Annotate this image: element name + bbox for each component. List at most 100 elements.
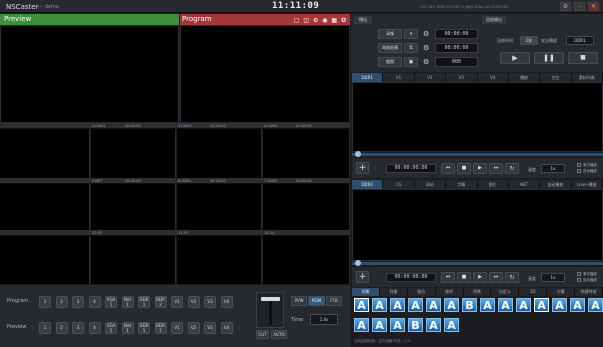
transition-tab-8[interactable]: 字幕 (547, 288, 576, 296)
transition-effect-4[interactable]: A (408, 298, 423, 312)
auto-button[interactable]: AUTO (271, 330, 287, 339)
multiview-cell-ddr2[interactable] (263, 184, 350, 230)
ddr1-stop-icon[interactable]: ■ (457, 163, 471, 174)
preview-bus-button-3[interactable]: 3 (72, 322, 84, 334)
multiview-cell-net[interactable] (91, 184, 176, 230)
transition-effect-11[interactable]: A (534, 298, 549, 312)
ddr2-opt-once[interactable]: 单次播放 (583, 272, 597, 277)
transition-effect-7[interactable]: B (462, 298, 477, 312)
ddr2-tab-1[interactable]: DDR2 (352, 180, 384, 189)
ddr1-tab-7[interactable]: 空白 (540, 73, 572, 82)
ddr2-scrubber[interactable] (355, 260, 361, 266)
ddr1-loop-icon[interactable]: ↻ (505, 163, 519, 174)
ddr1-tab-5[interactable]: V4 (477, 73, 509, 82)
ddr1-auto-checkbox[interactable] (577, 169, 581, 173)
broadcast-tab[interactable]: 播出 (354, 16, 372, 24)
multiview-cell-9[interactable] (0, 236, 90, 284)
replay-pause-icon[interactable]: ❚❚ (534, 52, 564, 64)
ddr2-speed-select[interactable]: 1x (541, 273, 565, 282)
ddr1-scrubber[interactable] (355, 151, 361, 157)
ddr2-tab-6[interactable]: NET (508, 180, 541, 189)
snapshot-button[interactable]: 截图 (378, 57, 402, 67)
program-bus-button-1[interactable]: 1 (39, 296, 51, 308)
transition-effect-17[interactable]: A (390, 318, 405, 332)
ddr2-tab-7[interactable]: 自动播放 (540, 180, 572, 189)
ddr2-auto-checkbox[interactable] (577, 278, 581, 282)
multiview-cell-v3[interactable] (177, 236, 262, 284)
ddr1-tab-2[interactable]: V1 (383, 73, 415, 82)
ddr1-speed-select[interactable]: 1x (541, 164, 565, 173)
ddr1-progress[interactable] (352, 153, 603, 156)
preview-bus-button-5[interactable]: VGA 1 (105, 322, 117, 334)
time-value-input[interactable]: 1.0s (310, 314, 338, 325)
ddr1-tab-3[interactable]: V2 (414, 73, 447, 82)
ddr2-play-icon[interactable]: ▶ (473, 272, 487, 283)
record-button[interactable]: 录像 (378, 29, 402, 39)
multiview-cell-cam2[interactable] (91, 129, 176, 178)
record-settings-icon[interactable]: ⚙ (423, 30, 429, 38)
preview-bus-button-9[interactable]: V1 (171, 322, 183, 334)
ddr1-prev-icon[interactable]: ⏮ (441, 163, 455, 174)
preview-bus-button-7[interactable]: DDR 1 (138, 322, 150, 334)
snapshot-folder-icon[interactable]: ▣ (404, 57, 418, 67)
tbar-handle[interactable] (261, 297, 280, 301)
transition-effect-10[interactable]: A (516, 298, 531, 312)
live-settings-icon[interactable]: ⚙ (423, 44, 429, 52)
ddr2-monitor[interactable] (352, 189, 603, 261)
transition-effect-5[interactable]: A (426, 298, 441, 312)
preview-bus-button-1[interactable]: 1 (39, 322, 51, 334)
preview-monitor[interactable] (0, 25, 179, 123)
ddr2-once-checkbox[interactable] (577, 272, 581, 276)
program-bus-button-6[interactable]: Net 1 (121, 296, 134, 308)
transition-tab-6[interactable]: 自定义 (491, 288, 520, 296)
ddr2-tab-4[interactable]: 字幕 (446, 180, 478, 189)
ddr1-tab-8[interactable]: 素材列表 (571, 73, 603, 82)
program-bus-button-10[interactable]: V2 (187, 296, 200, 308)
ddr1-once-checkbox[interactable] (577, 163, 581, 167)
program-bus-button-9[interactable]: V1 (171, 296, 183, 308)
preview-bus-button-12[interactable]: V4 (220, 322, 233, 334)
program-bus-button-7[interactable]: DDR 1 (138, 296, 150, 308)
transition-effect-18[interactable]: B (408, 318, 423, 332)
replay-play-icon[interactable]: ▶ (500, 52, 530, 64)
ddr1-next-icon[interactable]: ⏭ (489, 163, 503, 174)
ddr2-opt-auto[interactable]: 自动播放 (583, 278, 597, 283)
program-bus-button-11[interactable]: V3 (204, 296, 216, 308)
ddr1-opt-auto[interactable]: 自动播放 (583, 169, 597, 174)
program-bus-button-12[interactable]: V4 (220, 296, 233, 308)
transition-effect-16[interactable]: A (372, 318, 387, 332)
snapshot-settings-icon[interactable]: ⚙ (423, 58, 429, 66)
preview-bus-button-4[interactable]: 4 (88, 322, 101, 334)
transition-tab-2[interactable]: 划像 (379, 288, 408, 296)
transition-effect-19[interactable]: A (426, 318, 441, 332)
preview-bus-button-11[interactable]: V3 (204, 322, 216, 334)
ddr2-progress[interactable] (352, 262, 603, 265)
transition-effect-1[interactable]: A (354, 298, 369, 312)
program-bus-button-5[interactable]: VGA 1 (105, 296, 117, 308)
multiview-cell-ddr1[interactable] (177, 184, 262, 230)
stream-link-icon[interactable]: ⇅ (404, 43, 418, 53)
program-bus-button-2[interactable]: 2 (55, 296, 68, 308)
cut-button[interactable]: CUT (256, 330, 269, 339)
multiview-cell-5[interactable] (0, 184, 90, 230)
transition-effect-6[interactable]: A (444, 298, 459, 312)
replay-source-select[interactable]: DDR1 (566, 36, 594, 45)
ddr2-prev-icon[interactable]: ⏮ (441, 272, 455, 283)
transition-tab-7[interactable]: 3D (519, 288, 548, 296)
program-bus-button-8[interactable]: DDR 2 (154, 296, 167, 308)
transition-tab-1[interactable]: 切换 (352, 288, 380, 296)
program-bus-button-4[interactable]: 4 (88, 296, 101, 308)
ddr1-opt-once[interactable]: 单次播放 (583, 163, 597, 168)
transition-effect-3[interactable]: A (390, 298, 405, 312)
ddr2-tab-2[interactable]: CG (383, 180, 415, 189)
ddr2-stop-icon[interactable]: ■ (457, 272, 471, 283)
ddr1-add-icon[interactable]: + (356, 162, 369, 174)
transition-effect-12[interactable]: A (552, 298, 567, 312)
mode-pgm-button[interactable]: PGM (308, 296, 325, 306)
transition-effect-2[interactable]: A (372, 298, 387, 312)
ddr1-tab-6[interactable]: 播放 (508, 73, 541, 82)
transition-tab-3[interactable]: 推拉 (407, 288, 436, 296)
ddr1-monitor[interactable] (352, 82, 603, 152)
multiview-cell-cam3[interactable] (177, 129, 262, 178)
transition-tab-5[interactable]: 特殊 (463, 288, 492, 296)
